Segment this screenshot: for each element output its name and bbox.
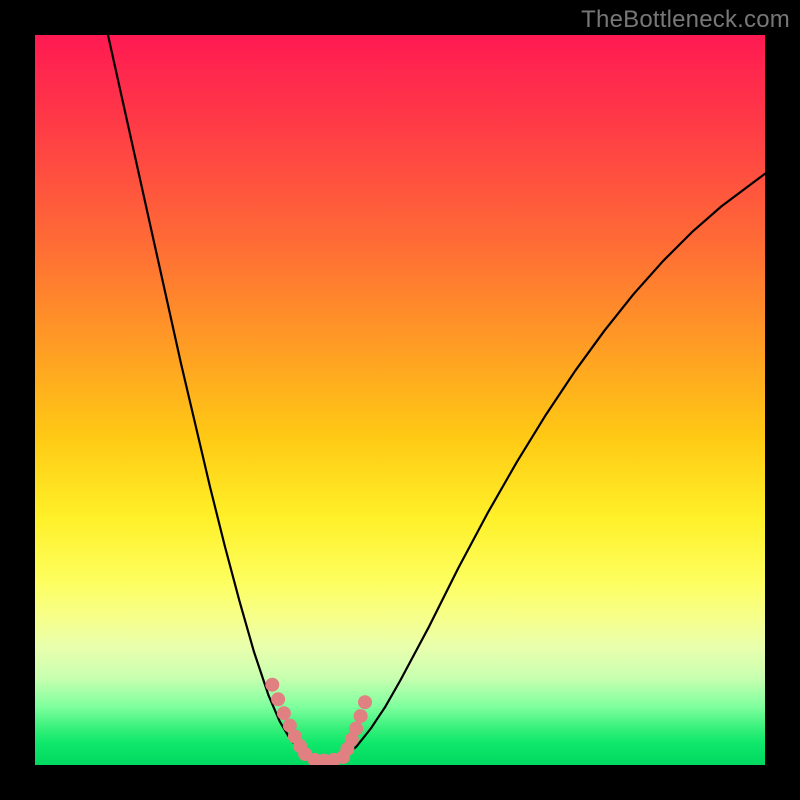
right-curve [342,174,765,760]
chart-frame: TheBottleneck.com [0,0,800,800]
marker-dots [265,678,372,765]
curve-layer [35,35,765,765]
plot-area [35,35,765,765]
watermark-text: TheBottleneck.com [581,6,790,34]
left-curve [108,35,312,761]
